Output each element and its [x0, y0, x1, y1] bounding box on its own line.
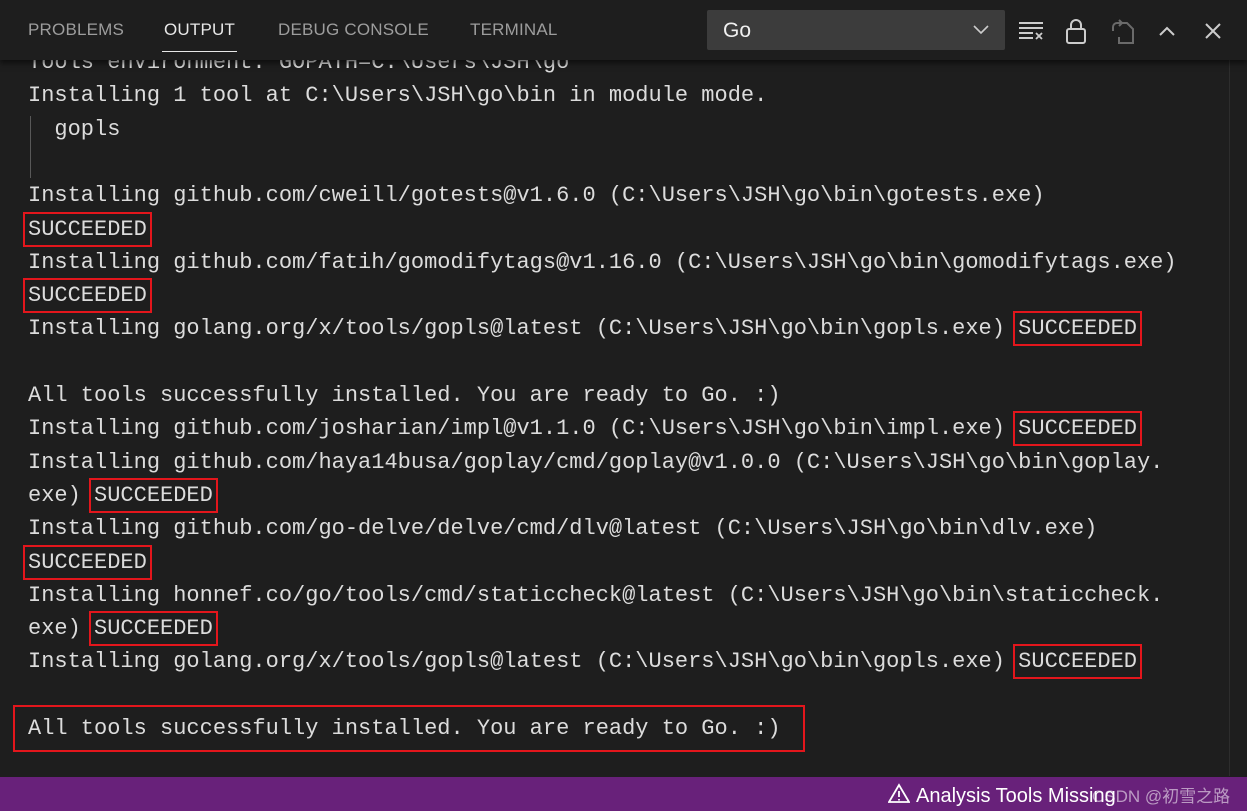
output-channel-value: Go — [723, 19, 752, 42]
output-line: Installing honnef.co/go/tools/cmd/static… — [28, 579, 1163, 612]
output-text: Installing 1 tool at C:\Users\JSH\go\bin… — [28, 83, 768, 109]
output-text: Installing honnef.co/go/tools/cmd/static… — [28, 582, 1164, 608]
warning-icon — [887, 783, 911, 809]
chevron-down-icon — [971, 19, 991, 45]
highlighted-status: SUCCEEDED — [1013, 644, 1142, 680]
analysis-tools-missing-label: Analysis Tools Missing — [916, 784, 1116, 807]
scrollbar[interactable] — [1229, 60, 1247, 776]
output-line: Installing github.com/go-delve/delve/cmd… — [28, 512, 1097, 545]
highlighted-status: SUCCEEDED — [1013, 311, 1142, 347]
output-text: Installing github.com/go-delve/delve/cmd… — [28, 516, 1098, 542]
output-line: Installing github.com/fatih/gomodifytags… — [28, 246, 1177, 279]
output-line: SUCCEEDED — [23, 544, 152, 580]
output-text: All tools successfully installed. You ar… — [28, 383, 781, 408]
output-line: gopls — [28, 113, 120, 146]
tab-output[interactable]: OUTPUT — [161, 20, 238, 52]
output-text: gopls — [28, 116, 121, 142]
output-text: Installing golang.org/x/tools/gopls@late… — [28, 316, 1019, 342]
highlighted-status: All tools successfully installed. You ar… — [13, 705, 805, 752]
close-icon[interactable] — [1198, 16, 1228, 46]
output-line: Installing golang.org/x/tools/gopls@late… — [28, 311, 1142, 347]
status-bar: Analysis Tools Missing CSDN @初雪之路 — [0, 777, 1247, 811]
analysis-tools-missing-button[interactable]: Analysis Tools Missing — [887, 783, 1116, 809]
maximize-chevron-up-icon[interactable] — [1152, 16, 1182, 46]
open-in-editor-icon[interactable] — [1108, 16, 1138, 46]
tab-debug-console[interactable]: DEBUG CONSOLE — [278, 20, 429, 40]
output-line: SUCCEEDED — [23, 278, 152, 314]
highlighted-status: SUCCEEDED — [23, 544, 152, 580]
output-line: Installing 1 tool at C:\Users\JSH\go\bin… — [28, 79, 767, 112]
output-text: Installing github.com/haya14busa/goplay/… — [28, 449, 1164, 475]
output-line: exe) SUCCEEDED — [28, 611, 218, 647]
output-view[interactable]: Tools environment: GOPATH=C:\Users\JSH\g… — [0, 46, 1228, 776]
output-text: Installing golang.org/x/tools/gopls@late… — [28, 649, 1019, 675]
highlighted-status: SUCCEEDED — [89, 611, 218, 647]
output-text: exe) — [28, 616, 95, 642]
tab-terminal[interactable]: TERMINAL — [470, 20, 558, 40]
highlighted-status: SUCCEEDED — [89, 477, 218, 513]
clear-output-icon[interactable] — [1016, 16, 1046, 46]
output-line: Installing github.com/josharian/impl@v1.… — [28, 411, 1142, 447]
output-line: All tools successfully installed. You ar… — [13, 705, 805, 752]
output-line: exe) SUCCEEDED — [28, 477, 218, 513]
output-text: Installing github.com/cweill/gotests@v1.… — [28, 183, 1045, 209]
tab-problems[interactable]: PROBLEMS — [28, 20, 124, 40]
output-line: SUCCEEDED — [23, 211, 152, 247]
watermark: CSDN @初雪之路 — [1092, 787, 1231, 806]
lock-icon[interactable] — [1061, 16, 1091, 46]
indent-guide — [30, 116, 31, 178]
highlighted-status: SUCCEEDED — [23, 278, 152, 314]
output-text: Installing github.com/fatih/gomodifytags… — [28, 249, 1177, 275]
output-line: Installing github.com/haya14busa/goplay/… — [28, 446, 1163, 479]
output-text: Installing github.com/josharian/impl@v1.… — [28, 416, 1019, 442]
output-line: Installing github.com/cweill/gotests@v1.… — [28, 179, 1045, 212]
output-text: exe) — [28, 482, 95, 508]
output-line: Installing golang.org/x/tools/gopls@late… — [28, 644, 1142, 680]
output-line: All tools successfully installed. You ar… — [28, 379, 781, 412]
panel-header: PROBLEMS OUTPUT DEBUG CONSOLE TERMINAL G… — [0, 0, 1247, 60]
output-channel-select[interactable]: Go — [707, 10, 1005, 50]
highlighted-status: SUCCEEDED — [23, 211, 152, 247]
highlighted-status: SUCCEEDED — [1013, 411, 1142, 447]
